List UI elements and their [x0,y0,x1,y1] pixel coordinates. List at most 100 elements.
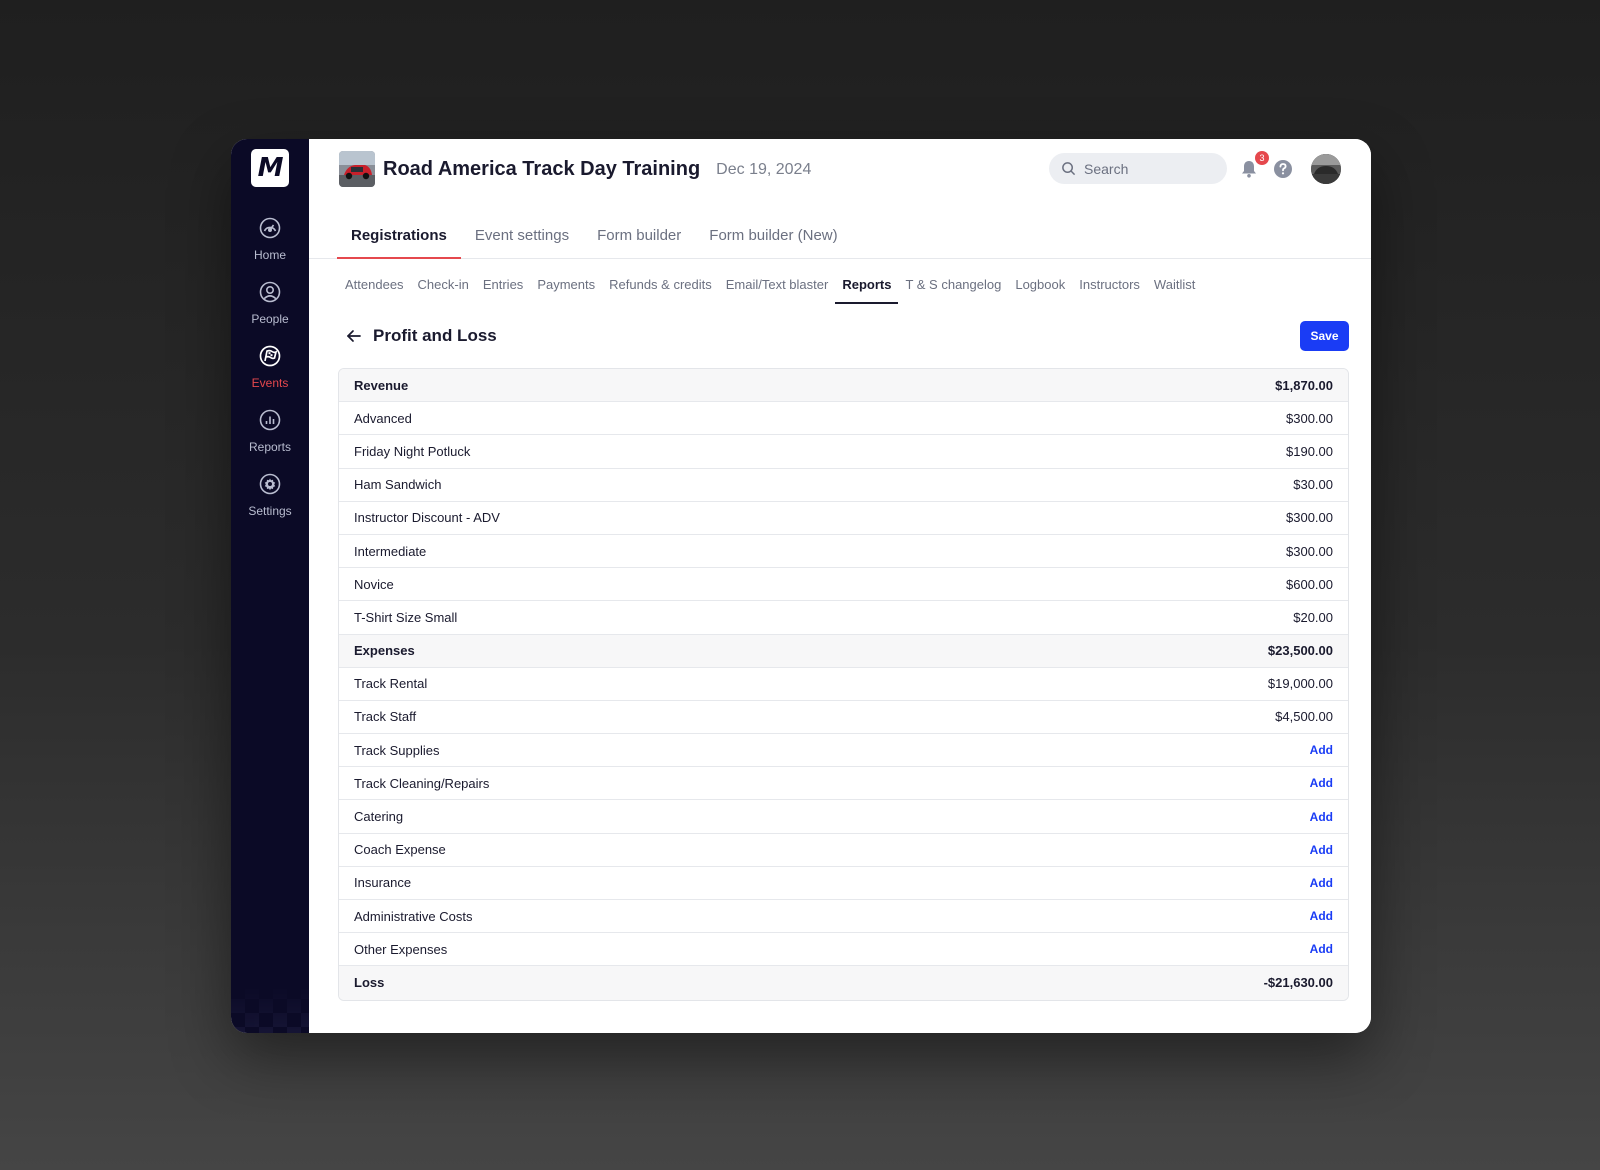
row-label: Other Expenses [354,941,448,957]
subtab-payments[interactable]: Payments [530,277,602,302]
row-value: $20.00 [1293,609,1333,625]
expense-row: Track Rental $19,000.00 [339,668,1348,701]
app-logo[interactable]: M [251,149,289,187]
bar-chart-icon [258,408,282,437]
primary-tabs: Registrations Event settings Form builder F… [309,199,1371,259]
row-label: Advanced [354,410,412,426]
row-label: Catering [354,809,404,825]
event-header: Road America Track Day Training Dec 19, … [309,139,1371,199]
revenue-row: Instructor Discount - ADV $300.00 [339,502,1348,535]
row-label: Insurance [354,875,412,891]
row-value: $30.00 [1293,477,1333,493]
subtab-check-in[interactable]: Check-in [411,277,476,302]
subtab-refunds-and-credits[interactable]: Refunds & credits [602,277,719,302]
subtab-reports[interactable]: Reports [835,277,899,304]
expense-row: Catering Add [339,800,1348,834]
row-label: Track Supplies [354,742,440,758]
add-expense-button[interactable]: Add [1310,909,1333,923]
help-icon[interactable] [1273,159,1293,179]
subtab-entries[interactable]: Entries [476,277,530,302]
app-window: M Home People Events Reports Settings Road A… [231,139,1371,1033]
row-value: $19,000.00 [1267,676,1333,692]
profit-loss-table: Revenue $1,870.00 Advanced $300.00 Friday Ni… [338,368,1349,1001]
main-content: Road America Track Day Training Dec 19, … [309,139,1371,1033]
event-date: Dec 19, 2024 [716,161,812,178]
revenue-row: T-Shirt Size Small $20.00 [339,601,1348,635]
row-value: $300.00 [1286,410,1333,426]
row-label: Loss [354,975,385,991]
sidebar-nav: Home People Events Reports Settings [231,207,309,527]
revenue-row: Intermediate $300.00 [339,535,1348,569]
row-value: -$21,630.00 [1263,975,1333,991]
person-icon [258,280,282,309]
revenue-row: Advanced $300.00 [339,402,1348,436]
expense-row: Insurance Add [339,867,1348,900]
add-expense-button[interactable]: Add [1310,776,1333,790]
notification-badge: 3 [1255,150,1269,165]
sidebar-item-label: Settings [248,504,292,518]
row-label: Track Staff [354,709,417,725]
row-label: Track Rental [354,676,428,692]
race-flag-icon [258,344,282,373]
search-input[interactable] [1084,160,1214,177]
row-label: Novice [354,576,394,592]
tab-form-builder-new[interactable]: Form builder (New) [695,227,851,258]
search-box[interactable] [1049,153,1227,184]
add-expense-button[interactable]: Add [1310,942,1333,956]
subtab-logbook[interactable]: Logbook [1008,277,1072,302]
add-expense-button[interactable]: Add [1310,876,1333,890]
tab-event-settings[interactable]: Event settings [461,227,583,258]
secondary-tabs: Attendees Check-in Entries Payments Refunds … [309,277,1371,304]
revenue-row: Ham Sandwich $30.00 [339,469,1348,502]
sidebar-item-events[interactable]: Events [231,335,309,399]
row-label: Intermediate [354,543,427,559]
sidebar: M Home People Events Reports Settings [231,139,309,1033]
add-expense-button[interactable]: Add [1310,810,1333,824]
sidebar-item-label: Reports [248,440,292,454]
expense-row: Track Staff $4,500.00 [339,701,1348,735]
expense-row: Track Cleaning/Repairs Add [339,767,1348,801]
row-value: $300.00 [1286,543,1333,559]
user-avatar[interactable] [1311,153,1341,184]
subtab-email-text-blaster[interactable]: Email/Text blaster [719,277,836,302]
sidebar-item-home[interactable]: Home [231,207,309,271]
sidebar-item-reports[interactable]: Reports [231,399,309,463]
row-value: $190.00 [1286,443,1333,459]
add-expense-button[interactable]: Add [1310,743,1333,757]
subtab-instructors[interactable]: Instructors [1072,277,1147,302]
row-label: Track Cleaning/Repairs [354,775,490,791]
save-button[interactable]: Save [1300,321,1349,351]
row-value: $23,500.00 [1267,643,1333,659]
row-label: Friday Night Potluck [354,443,471,459]
page-title: Profit and Loss [373,326,497,345]
sidebar-item-label: Events [251,376,289,390]
back-arrow-icon[interactable] [345,327,363,345]
header-actions: 3 [1049,150,1341,184]
tab-form-builder[interactable]: Form builder [583,227,695,258]
sidebar-item-people[interactable]: People [231,271,309,335]
row-value: $1,870.00 [1275,377,1333,393]
expense-row: Track Supplies Add [339,734,1348,768]
event-title: Road America Track Day Training [383,157,701,180]
row-label: Coach Expense [354,842,446,858]
sidebar-item-label: People [251,312,289,326]
sidebar-item-settings[interactable]: Settings [231,463,309,527]
row-label: T-Shirt Size Small [354,609,458,625]
event-thumbnail [339,151,375,187]
row-label: Instructor Discount - ADV [354,510,500,526]
expense-row: Coach Expense Add [339,834,1348,867]
notifications-button[interactable]: 3 [1237,150,1269,181]
tab-registrations[interactable]: Registrations [337,227,461,259]
expense-row: Other Expenses Add [339,933,1348,967]
expenses-total-row: Expenses $23,500.00 [339,634,1348,668]
subtab-waitlist[interactable]: Waitlist [1147,277,1202,302]
loss-row: Loss -$21,630.00 [339,966,1348,1000]
expense-row: Administrative Costs Add [339,900,1348,934]
sidebar-item-label: Home [253,248,286,262]
revenue-row: Novice $600.00 [339,568,1348,602]
add-expense-button[interactable]: Add [1310,843,1333,857]
subtab-t-and-s-changelog[interactable]: T & S changelog [898,277,1008,302]
gear-icon [258,472,282,501]
row-value: $600.00 [1286,576,1333,592]
subtab-attendees[interactable]: Attendees [338,277,411,302]
